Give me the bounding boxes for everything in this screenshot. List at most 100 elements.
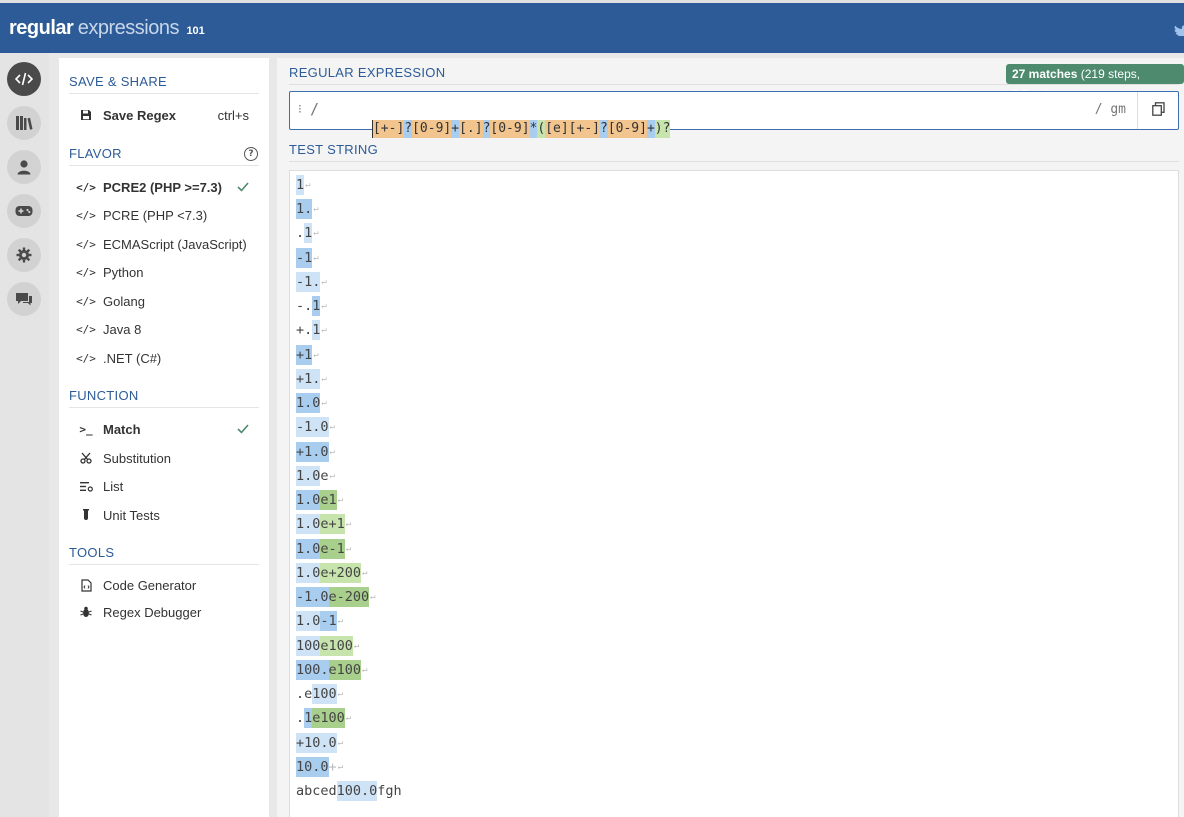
match-highlight: 100.0 bbox=[336, 781, 378, 801]
regex-delimiter: / bbox=[310, 100, 320, 118]
regex-token: * bbox=[529, 120, 538, 138]
test-line: 1.0↵ bbox=[296, 393, 327, 413]
flavor-item-pcre2[interactable]: </> PCRE2 (PHP >=7.3) bbox=[76, 176, 259, 198]
test-line: 1.↵ bbox=[296, 199, 319, 219]
test-line: .1e100↵ bbox=[296, 708, 352, 728]
regex-token: [0-9] bbox=[412, 120, 452, 138]
regex-text[interactable]: [+-]?[0-9]+[.]?[0-9]*([e][+-]?[0-9]+)? bbox=[325, 102, 671, 138]
flavor-item-dotnet[interactable]: </> .NET (C#) bbox=[76, 347, 259, 369]
regex-token: [.] bbox=[459, 120, 483, 138]
flavor-label: Python bbox=[103, 264, 144, 280]
code-icon[interactable] bbox=[7, 62, 41, 96]
flavor-item-java[interactable]: </> Java 8 bbox=[76, 318, 259, 340]
app-logo[interactable]: regular expressions 101 bbox=[9, 17, 205, 40]
code-icon: </> bbox=[76, 351, 96, 365]
test-string-input[interactable]: 1↵ 1.↵ .1↵ -1↵ -1.↵ -.1↵ +.1↵ +1↵ +1.↵ 1… bbox=[289, 170, 1179, 817]
test-line: 100.e100↵ bbox=[296, 660, 368, 680]
code-icon: </> bbox=[76, 294, 96, 308]
icon-rail bbox=[0, 53, 49, 817]
regex-token: [e] bbox=[545, 120, 569, 138]
chat-icon[interactable] bbox=[7, 282, 41, 316]
flavor-label: Java 8 bbox=[103, 321, 142, 337]
flavor-label: Golang bbox=[103, 293, 145, 309]
save-regex-button[interactable]: Save Regex ctrl+s bbox=[77, 104, 259, 126]
gamepad-icon[interactable] bbox=[7, 194, 41, 228]
save-regex-label: Save Regex bbox=[103, 107, 176, 123]
match-highlight: 1.0 bbox=[296, 539, 321, 559]
match-highlight: +1.0 bbox=[296, 442, 329, 462]
match-highlight: 100 bbox=[312, 684, 337, 704]
copy-button[interactable] bbox=[1137, 92, 1178, 129]
terminal-icon: >_ bbox=[79, 422, 93, 436]
function-label: List bbox=[103, 478, 124, 494]
settings-icon[interactable] bbox=[7, 238, 41, 272]
regex-input[interactable]: ⁝ / [+-]?[0-9]+[.]?[0-9]*([e][+-]?[0-9]+… bbox=[289, 91, 1179, 138]
checkmark-icon bbox=[237, 422, 249, 437]
regex-token: ) bbox=[654, 120, 663, 138]
regex-token: ? bbox=[662, 120, 671, 138]
app-header: regular expressions 101 bbox=[0, 0, 1184, 53]
regex-token: [+-] bbox=[371, 120, 405, 138]
tool-item-regex-debugger[interactable]: Regex Debugger bbox=[77, 601, 259, 623]
regex-token: [0-9] bbox=[607, 120, 647, 138]
flavor-label: PCRE2 (PHP >=7.3) bbox=[103, 179, 222, 195]
regex-token: ( bbox=[537, 120, 546, 138]
line-text: + bbox=[328, 759, 337, 775]
function-item-match[interactable]: >_ Match bbox=[77, 418, 259, 440]
tool-item-code-generator[interactable]: Code Generator bbox=[77, 574, 259, 596]
group-highlight: e100 bbox=[312, 708, 345, 728]
test-line: -.1↵ bbox=[296, 296, 327, 316]
tool-label: Code Generator bbox=[103, 577, 197, 593]
group-highlight: e100 bbox=[328, 660, 362, 680]
match-highlight: -1 bbox=[320, 611, 337, 631]
test-line: 1.0e↵ bbox=[296, 466, 335, 486]
function-item-unit-tests[interactable]: Unit Tests bbox=[77, 504, 259, 526]
regex-token: + bbox=[451, 120, 460, 138]
match-highlight: -1 bbox=[296, 248, 313, 268]
flavor-item-pcre[interactable]: </> PCRE (PHP <7.3) bbox=[76, 204, 259, 226]
line-text: e bbox=[320, 468, 329, 484]
library-icon[interactable] bbox=[7, 106, 41, 140]
sidebar: SAVE & SHARE Save Regex ctrl+s FLAVOR ? … bbox=[59, 58, 269, 817]
flavor-item-golang[interactable]: </> Golang bbox=[76, 290, 259, 312]
regex-token: [0-9] bbox=[490, 120, 530, 138]
code-icon: </> bbox=[76, 265, 96, 279]
match-highlight: 1.0 bbox=[296, 563, 321, 583]
group-highlight: e100 bbox=[320, 636, 353, 656]
twitter-icon[interactable] bbox=[1174, 23, 1184, 36]
match-highlight: 1 bbox=[304, 708, 313, 728]
match-highlight: 1 bbox=[312, 320, 321, 340]
help-icon[interactable]: ? bbox=[244, 147, 258, 161]
divider bbox=[69, 93, 259, 94]
file-code-icon bbox=[77, 578, 95, 592]
match-info-badge: 27 matches (219 steps, 0.0ms) bbox=[1006, 64, 1184, 101]
floppy-icon bbox=[77, 108, 95, 122]
function-label: Unit Tests bbox=[103, 507, 160, 523]
line-text: -. bbox=[296, 298, 313, 314]
code-icon: </> bbox=[76, 322, 96, 336]
regex-token: ? bbox=[482, 120, 491, 138]
function-item-list[interactable]: List bbox=[77, 475, 259, 497]
flavor-label: ECMAScript (JavaScript) bbox=[103, 236, 247, 252]
flavor-item-python[interactable]: </> Python bbox=[76, 261, 259, 283]
match-highlight: 1.0 bbox=[296, 611, 321, 631]
scissors-icon bbox=[77, 451, 95, 465]
match-highlight: 1 bbox=[304, 223, 313, 243]
user-icon[interactable] bbox=[7, 150, 41, 184]
divider bbox=[69, 165, 259, 166]
test-line: .1↵ bbox=[296, 223, 319, 243]
divider bbox=[289, 161, 1179, 162]
match-highlight: 1. bbox=[296, 199, 313, 219]
regex-token: ? bbox=[404, 120, 413, 138]
regex-flags[interactable]: / gm bbox=[1095, 102, 1126, 117]
test-line: -1.0e-200↵ bbox=[296, 587, 376, 607]
regex-token: ? bbox=[599, 120, 608, 138]
drag-handle-icon[interactable]: ⁝ bbox=[298, 102, 302, 116]
match-highlight: 10.0 bbox=[296, 757, 329, 777]
function-item-substitution[interactable]: Substitution bbox=[77, 447, 259, 469]
flavor-label: PCRE (PHP <7.3) bbox=[103, 207, 208, 223]
logo-bold: regular bbox=[9, 17, 74, 39]
flavor-item-ecmascript[interactable]: </> ECMAScript (JavaScript) bbox=[76, 233, 259, 255]
group-highlight: e-1 bbox=[320, 539, 345, 559]
test-line: .e100↵ bbox=[296, 684, 344, 704]
